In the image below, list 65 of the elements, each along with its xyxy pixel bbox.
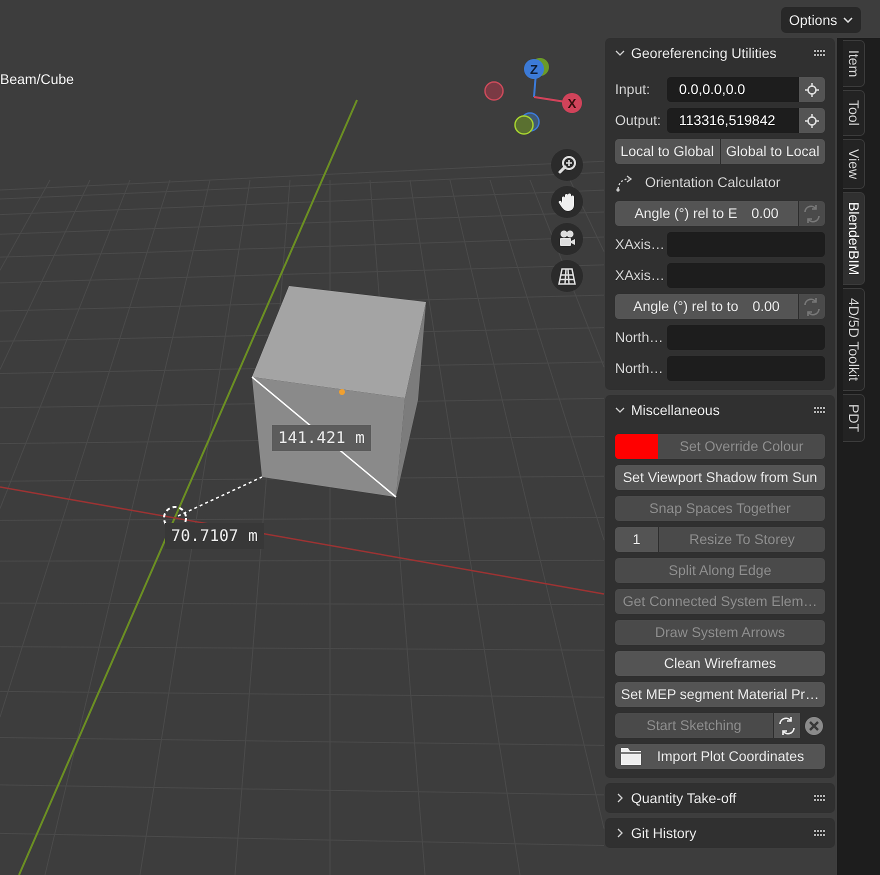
import-button[interactable]: Import Plot Coordinates xyxy=(615,744,825,769)
drag-handle-icon xyxy=(814,50,825,56)
action-button[interactable]: Set MEP segment Material Pr… xyxy=(615,682,825,707)
angle-label: Angle (°) rel to E xyxy=(634,204,738,223)
pan-button[interactable] xyxy=(551,186,583,218)
angle-value: 0.00 xyxy=(752,297,780,316)
object-name-label: Beam/Cube xyxy=(0,70,74,89)
field-label: North… xyxy=(615,328,664,347)
camera-icon xyxy=(557,229,577,249)
perspective-toggle-button[interactable] xyxy=(551,260,583,292)
chevron-down-icon[interactable] xyxy=(615,405,625,415)
sidebar-tab[interactable]: 4D/5D Toolkit xyxy=(843,288,865,392)
field-label: North… xyxy=(615,359,664,378)
close-icon[interactable] xyxy=(803,714,825,736)
crosshair-icon xyxy=(804,82,820,98)
panel-title[interactable]: Miscellaneous xyxy=(631,400,808,420)
axis-label: X xyxy=(568,96,576,111)
refresh-icon xyxy=(802,204,822,224)
refresh-button[interactable] xyxy=(774,713,800,738)
zoom-button[interactable] xyxy=(551,149,583,181)
hand-icon xyxy=(557,192,577,212)
refresh-icon xyxy=(777,716,797,736)
camera-view-button[interactable] xyxy=(551,223,583,255)
picker-button[interactable] xyxy=(799,77,825,102)
field-label: Input: xyxy=(615,80,652,99)
drag-handle-icon xyxy=(814,795,825,801)
angle-field[interactable]: Angle (°) rel to to 0.00 xyxy=(615,294,798,319)
angle-label: Angle (°) rel to to xyxy=(633,297,738,316)
sidebar-tab[interactable]: Item xyxy=(843,40,865,88)
field-label: XAxis… xyxy=(615,235,666,254)
field-label: Output: xyxy=(615,111,662,130)
action-button[interactable]: Clean Wireframes xyxy=(615,651,825,676)
coordinate-field[interactable]: 113316,519842 xyxy=(667,108,799,133)
angle-value: 0.00 xyxy=(751,204,779,223)
convert-button[interactable]: Global to Local xyxy=(720,139,825,164)
picker-button[interactable] xyxy=(799,108,825,133)
caret-icon xyxy=(843,17,854,23)
drag-handle-icon xyxy=(814,407,825,413)
chevron-right-icon[interactable] xyxy=(615,828,625,838)
sidebar-tab[interactable]: Tool xyxy=(843,90,865,136)
axis-label: Z xyxy=(530,62,538,77)
action-button[interactable]: Set Viewport Shadow from Sun xyxy=(615,465,825,490)
refresh-icon xyxy=(802,296,822,316)
crosshair-icon xyxy=(804,112,820,128)
measurement-label: 141.421 m xyxy=(272,425,371,451)
sidebar-tab[interactable]: BlenderBIM xyxy=(843,192,865,286)
sidebar-tab[interactable]: View xyxy=(843,138,865,190)
drag-handle-icon xyxy=(814,830,825,836)
folder-icon xyxy=(621,748,641,765)
section-heading: Orientation Calculator xyxy=(645,173,780,192)
field-label: XAxis… xyxy=(615,266,666,285)
grid-icon xyxy=(557,266,577,286)
panel-title[interactable]: Georeferencing Utilities xyxy=(631,42,808,64)
panel-title[interactable]: Quantity Take-off xyxy=(631,788,808,808)
chevron-down-icon[interactable] xyxy=(615,48,625,58)
chevron-right-icon[interactable] xyxy=(615,793,625,803)
coordinate-field[interactable]: 0.0,0.0,0.0 xyxy=(667,77,799,102)
measurement-label: 70.7107 m xyxy=(165,523,264,549)
convert-button[interactable]: Local to Global xyxy=(615,139,720,164)
options-dropdown[interactable]: Options xyxy=(781,7,862,33)
sidebar-tab[interactable]: PDT xyxy=(843,394,865,442)
angle-field[interactable]: Angle (°) rel to E 0.00 xyxy=(615,201,798,226)
origin-dot xyxy=(339,389,345,395)
magnifier-icon xyxy=(557,155,577,175)
panel-title[interactable]: Git History xyxy=(631,822,808,844)
